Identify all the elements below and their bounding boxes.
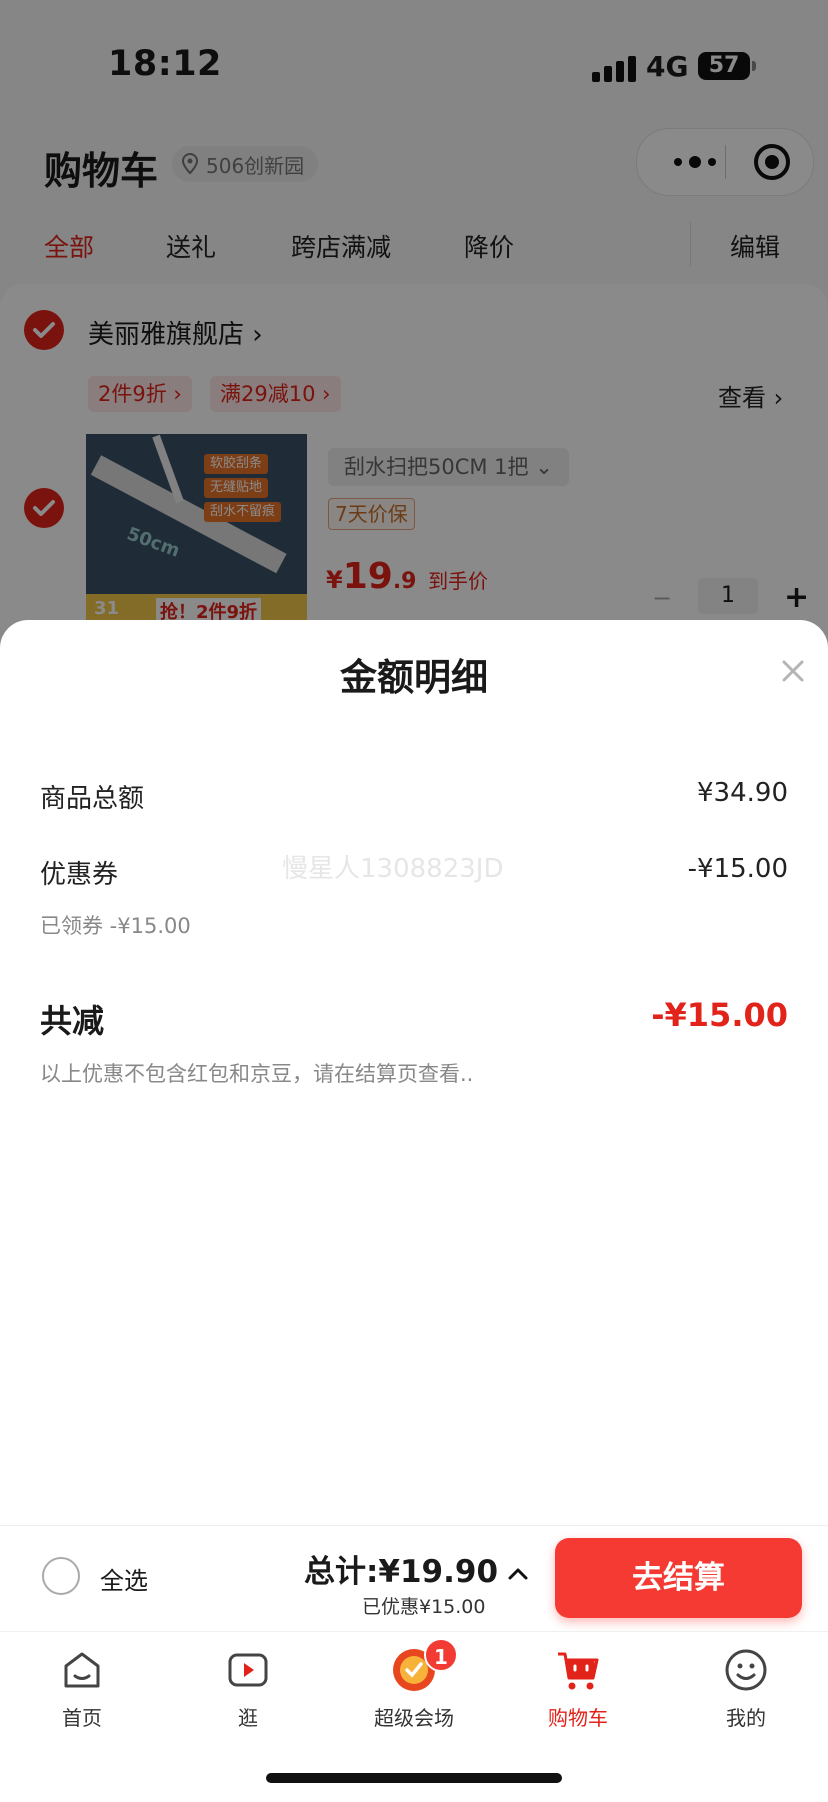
tab-cart[interactable]: 购物车 — [518, 1646, 638, 1731]
home-icon — [64, 1652, 100, 1688]
sheet-title: 金额明细 — [340, 656, 488, 699]
tab-profile[interactable]: 我的 — [686, 1646, 806, 1731]
profile-icon — [725, 1649, 767, 1691]
total-price: 总计:¥19.90 — [304, 1554, 499, 1590]
cart-icon — [558, 1652, 599, 1690]
close-icon[interactable] — [778, 656, 808, 686]
tab-label: 我的 — [726, 1706, 766, 1730]
tab-label: 超级会场 — [374, 1706, 454, 1730]
watermark: 慢星人1308823JD — [282, 854, 504, 884]
disclaimer-text: 以上优惠不包含红包和京豆，请在结算页查看.. — [40, 1062, 474, 1086]
tab-home[interactable]: 首页 — [22, 1646, 142, 1731]
tab-super-venue[interactable]: 1 超级会场 — [354, 1638, 474, 1731]
video-icon — [228, 1653, 268, 1687]
coupon-value: -¥15.00 — [687, 854, 788, 884]
checkout-button[interactable]: 去结算 — [555, 1538, 802, 1618]
coupon-label: 优惠券 — [40, 860, 119, 890]
home-indicator — [266, 1773, 562, 1783]
checkout-bar: 全选 总计:¥19.90 已优惠¥15.00 去结算 — [0, 1525, 828, 1632]
total-discount-label: 共减 — [40, 1002, 105, 1040]
chevron-up-icon[interactable] — [506, 1562, 530, 1586]
tab-label: 首页 — [62, 1706, 102, 1730]
tab-browse[interactable]: 逛 — [188, 1646, 308, 1731]
notification-badge: 1 — [424, 1638, 458, 1672]
tab-label: 购物车 — [548, 1706, 608, 1730]
tab-label: 逛 — [238, 1706, 258, 1730]
select-all-label[interactable]: 全选 — [100, 1561, 148, 1596]
select-all-radio[interactable] — [42, 1557, 80, 1595]
subtotal-value: ¥34.90 — [697, 778, 788, 808]
subtotal-label: 商品总额 — [40, 784, 145, 814]
total-discount-value: -¥15.00 — [651, 996, 788, 1034]
saved-amount: 已优惠¥15.00 — [362, 1596, 486, 1618]
coupon-note: 已领券 -¥15.00 — [40, 914, 191, 938]
